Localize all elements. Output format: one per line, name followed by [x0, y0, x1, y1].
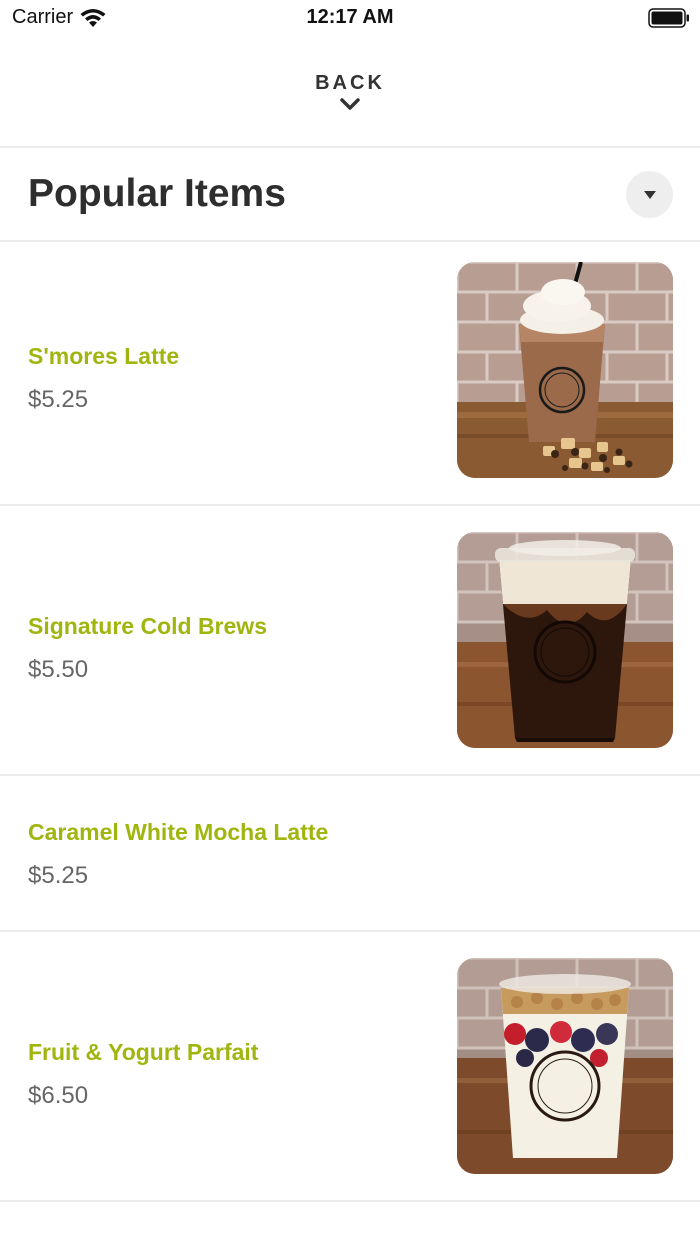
- back-button[interactable]: BACK: [0, 60, 700, 146]
- item-photo: [457, 532, 673, 748]
- item-price: $5.50: [28, 656, 89, 683]
- clock: 12:17 AM: [306, 6, 394, 28]
- header-divider: [0, 146, 700, 148]
- section-title: Popular Items: [28, 172, 286, 215]
- menu-item[interactable]: Fruit & Yogurt Parfait $6.50: [0, 932, 700, 1200]
- item-price: $5.25: [28, 862, 89, 889]
- item-photo: [457, 262, 673, 478]
- item-name: Signature Cold Brews: [28, 613, 267, 639]
- back-label: BACK: [315, 72, 385, 94]
- menu-item[interactable]: S'mores Latte $5.25: [0, 242, 700, 504]
- chevron-down-icon: [340, 98, 360, 110]
- item-photo: [457, 958, 673, 1174]
- triangle-down-icon: [644, 191, 656, 199]
- battery-icon: [648, 8, 689, 28]
- menu-item[interactable]: Signature Cold Brews $5.50: [0, 506, 700, 774]
- item-price: $5.25: [28, 386, 89, 413]
- item-divider: [0, 1200, 700, 1202]
- category-dropdown-button[interactable]: [626, 171, 673, 218]
- item-name: Caramel White Mocha Latte: [28, 819, 329, 845]
- item-price: $6.50: [28, 1082, 89, 1109]
- status-bar: Carrier 12:17 AM: [0, 0, 700, 36]
- menu-item[interactable]: Caramel White Mocha Latte $5.25: [0, 776, 700, 930]
- item-name: S'mores Latte: [28, 343, 180, 369]
- item-name: Fruit & Yogurt Parfait: [28, 1039, 259, 1065]
